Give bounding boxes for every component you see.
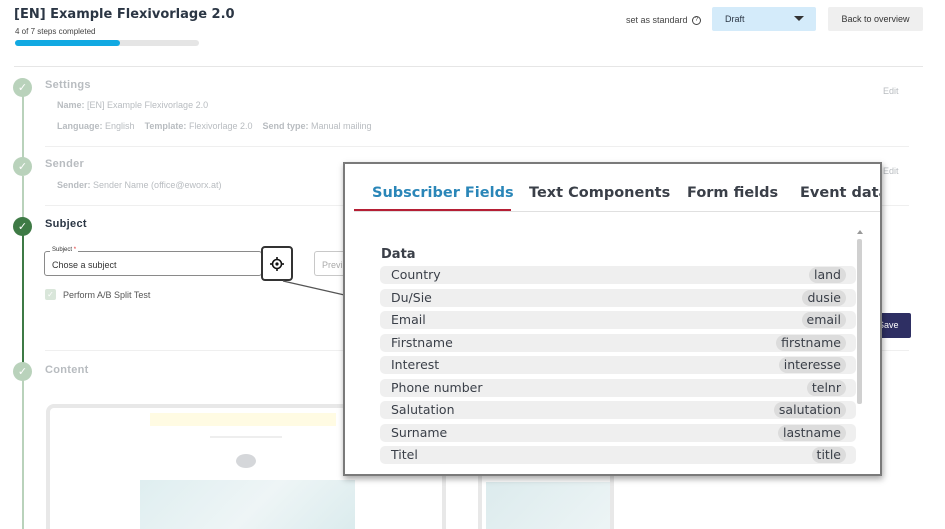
step-subject-title: Subject xyxy=(45,218,87,230)
tab-subscriber-fields[interactable]: Subscriber Fields xyxy=(372,185,514,201)
ab-test-label: Perform A/B Split Test xyxy=(63,290,151,300)
scrollbar[interactable] xyxy=(857,239,862,404)
step-subject-check-icon: ✓ xyxy=(13,217,32,236)
caret-down-icon xyxy=(794,16,804,21)
field-name: Email xyxy=(391,312,426,327)
step-sender-check-icon: ✓ xyxy=(13,157,32,176)
placeholder-popup: Subscriber Fields Text Components Form f… xyxy=(343,162,882,476)
field-name: Du/Sie xyxy=(391,289,432,305)
tab-text-components[interactable]: Text Components xyxy=(529,185,670,201)
timeline-connector xyxy=(22,176,24,218)
field-key-badge: salutation xyxy=(773,402,846,418)
tab-form-fields[interactable]: Form fields xyxy=(687,185,778,201)
preview-text-placeholder: Previ xyxy=(322,260,343,270)
subscriber-field-row[interactable]: Email email xyxy=(380,311,856,329)
field-name: Surname xyxy=(391,424,448,440)
field-key-badge: land xyxy=(809,267,846,283)
field-name: Interest xyxy=(391,357,440,372)
tabs-divider xyxy=(354,211,880,212)
subscriber-field-row[interactable]: Interest interesse xyxy=(380,356,856,374)
status-select[interactable]: Draft xyxy=(712,7,816,31)
status-select-value: Draft xyxy=(725,14,745,24)
subscriber-field-row[interactable]: Phone number telnr xyxy=(380,378,856,397)
field-key-badge: title xyxy=(811,447,846,463)
set-as-standard-link[interactable]: set as standard ? xyxy=(626,15,702,26)
data-section-heading: Data xyxy=(381,247,416,262)
ab-test-checkbox[interactable]: ✓ xyxy=(45,289,56,300)
field-key-badge: email xyxy=(801,312,846,328)
scroll-up-arrow-icon[interactable] xyxy=(857,230,863,234)
active-tab-indicator xyxy=(354,209,511,211)
back-to-overview-button[interactable]: Back to overview xyxy=(828,7,923,31)
settings-details: Language: English Template: Flexivorlage… xyxy=(57,121,372,131)
field-name: Salutation xyxy=(391,402,455,417)
step-content-check-icon: ✓ xyxy=(13,362,32,381)
steps-progress-text: 4 of 7 steps completed xyxy=(15,27,96,36)
header-divider xyxy=(14,66,923,67)
step-settings-title: Settings xyxy=(45,79,91,91)
field-key-badge: firstname xyxy=(776,334,846,351)
subject-input[interactable]: Subject * Chose a subject xyxy=(44,247,262,276)
subject-input-label: Subject * xyxy=(50,247,79,253)
settings-edit-link[interactable]: Edit xyxy=(883,86,899,96)
tab-event-data[interactable]: Event data xyxy=(800,185,880,201)
field-name: Firstname xyxy=(391,334,453,350)
field-key-badge: dusie xyxy=(802,289,846,306)
field-key-badge: telnr xyxy=(806,379,846,396)
preview-banner xyxy=(150,413,336,426)
preview-logo xyxy=(236,454,256,468)
crosshair-icon xyxy=(270,257,284,271)
subscriber-field-row[interactable]: Firstname firstname xyxy=(380,333,856,352)
question-circle-icon[interactable]: ? xyxy=(692,16,702,26)
subject-input-value: Chose a subject xyxy=(52,260,117,270)
preview-hero-image xyxy=(140,480,355,529)
settings-name: Name: [EN] Example Flexivorlage 2.0 xyxy=(57,100,209,110)
popup-tabs: Subscriber Fields Text Components Form f… xyxy=(345,164,880,214)
timeline-connector xyxy=(22,380,24,529)
preview-mobile-image xyxy=(486,482,610,529)
subscriber-field-row[interactable]: Country land xyxy=(380,266,856,284)
insert-placeholder-button[interactable] xyxy=(261,246,293,281)
email-preview-mobile[interactable] xyxy=(478,470,614,529)
step-settings-check-icon: ✓ xyxy=(13,78,32,97)
preview-text-line xyxy=(210,436,282,438)
sender-detail: Sender: Sender Name (office@eworx.at) xyxy=(57,180,222,190)
progress-bar xyxy=(15,40,199,46)
field-key-badge: lastname xyxy=(778,424,846,441)
progress-bar-fill xyxy=(15,40,120,46)
field-name: Titel xyxy=(391,447,418,462)
page-title: [EN] Example Flexivorlage 2.0 xyxy=(14,7,235,22)
sender-edit-link[interactable]: Edit xyxy=(883,166,899,176)
subscriber-field-row[interactable]: Titel title xyxy=(380,446,856,464)
field-name: Phone number xyxy=(391,379,483,395)
subscriber-field-row[interactable]: Surname lastname xyxy=(380,423,856,442)
timeline-connector xyxy=(22,235,24,365)
field-key-badge: interesse xyxy=(778,357,846,373)
timeline-connector xyxy=(22,95,24,160)
subscriber-field-row[interactable]: Salutation salutation xyxy=(380,401,856,419)
step-sender-title: Sender xyxy=(45,158,85,170)
set-as-standard-label: set as standard xyxy=(626,15,688,25)
field-name: Country xyxy=(391,267,441,282)
step-content-title: Content xyxy=(45,364,89,376)
subscriber-field-row[interactable]: Du/Sie dusie xyxy=(380,288,856,307)
step-divider xyxy=(45,146,909,147)
